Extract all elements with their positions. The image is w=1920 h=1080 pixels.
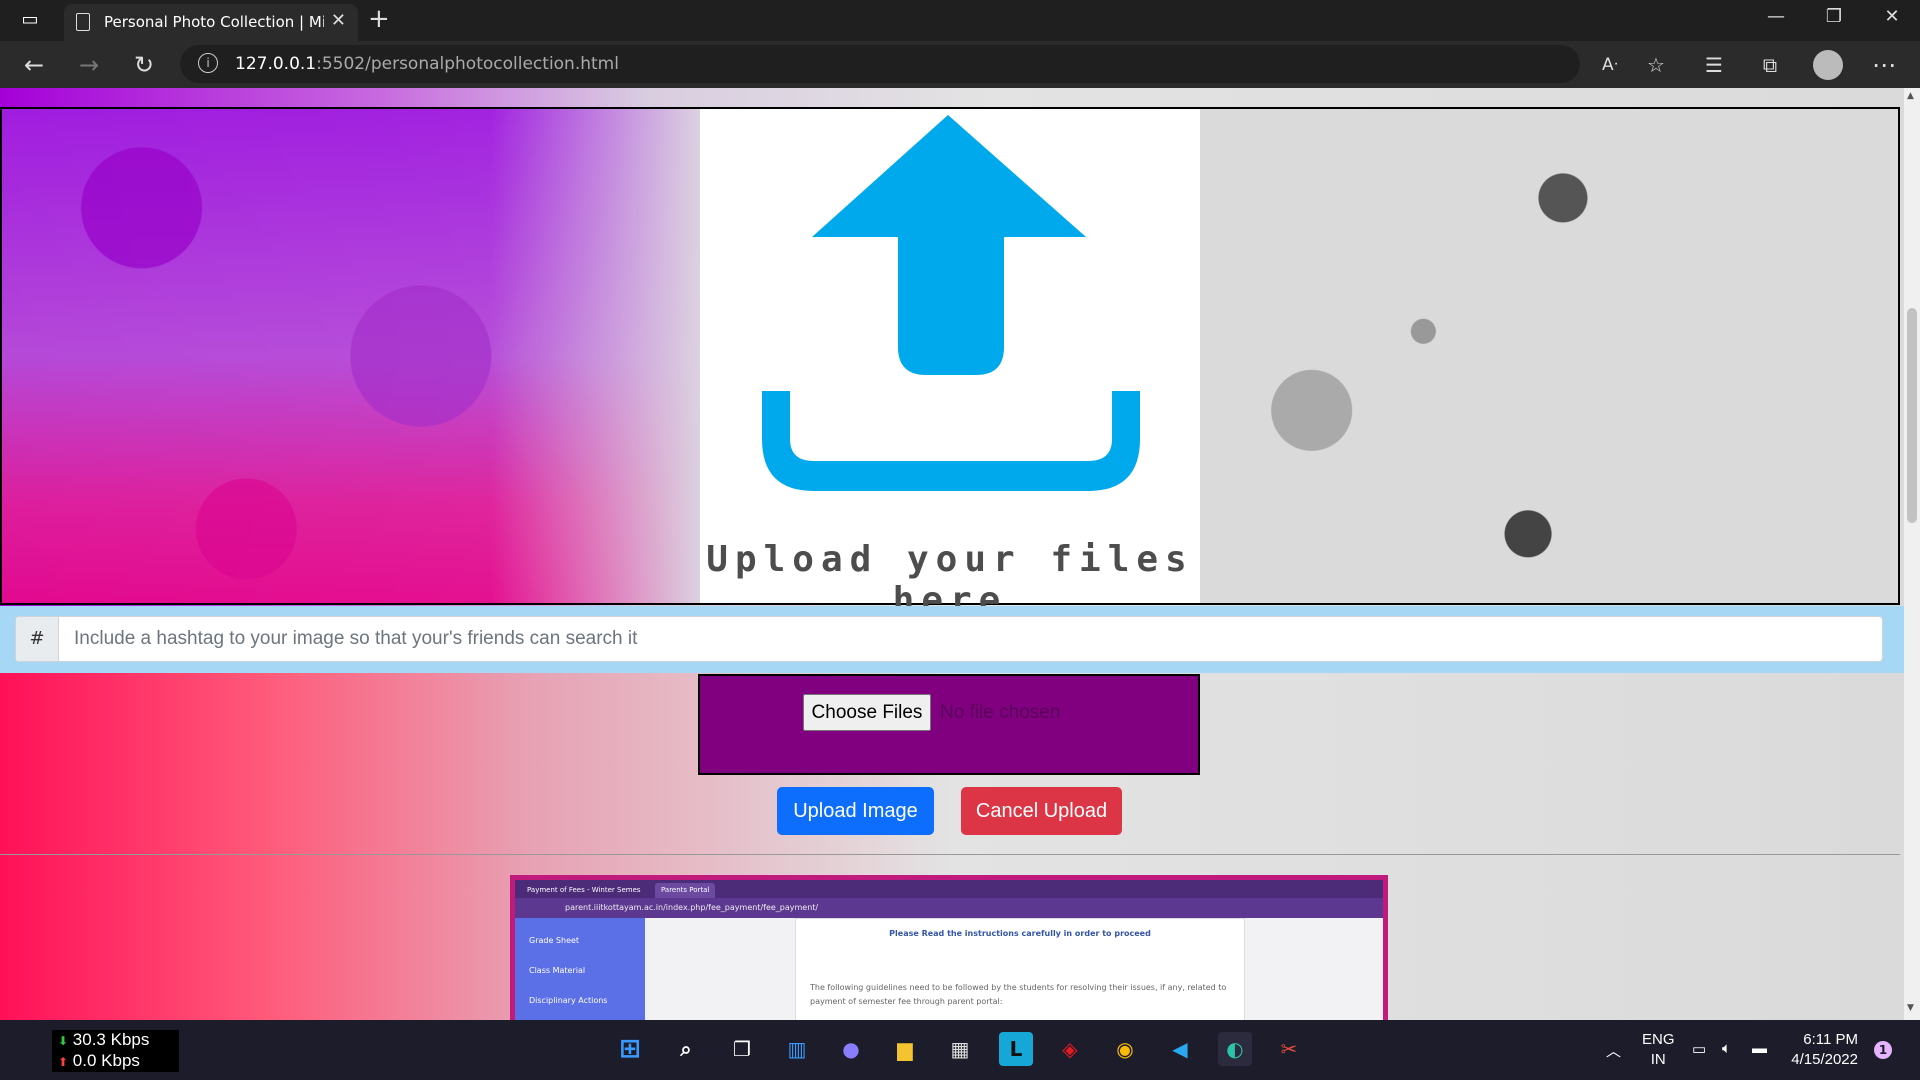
- volume-icon[interactable]: 🔈︎: [1722, 1040, 1731, 1057]
- start-icon[interactable]: ⊞: [613, 1032, 647, 1066]
- read-aloud-icon[interactable]: Aᐧ: [1594, 49, 1626, 81]
- preview-url: parent.iiitkottayam.ac.in/index.php/fee_…: [565, 903, 819, 912]
- upload-image-button[interactable]: Upload Image: [777, 787, 934, 835]
- battery-icon[interactable]: ▬: [1752, 1040, 1767, 1057]
- snipping-tool-icon[interactable]: ✂: [1272, 1032, 1306, 1066]
- restore-button[interactable]: ❐: [1814, 6, 1854, 27]
- banner-right-pattern: [1200, 109, 1898, 603]
- edge-icon[interactable]: ◐: [1218, 1032, 1252, 1066]
- page-content: Upload your files here # Choose Files No…: [0, 88, 1904, 1020]
- forward-icon[interactable]: →: [73, 49, 105, 81]
- preview-sidebar-item: Disciplinary Actions: [529, 996, 608, 1005]
- address-bar[interactable]: i 127.0.0.1:5502/personalphotocollection…: [180, 45, 1580, 83]
- preview-heading: Please Read the instructions carefully i…: [889, 929, 1151, 938]
- close-tab-icon[interactable]: ✕: [331, 10, 346, 31]
- close-window-button[interactable]: ✕: [1872, 6, 1912, 27]
- preview-paragraph: The following guidelines need to be foll…: [810, 983, 1227, 1006]
- hashtag-prefix: #: [16, 617, 59, 661]
- preview-sidebar-item: Class Material: [529, 966, 586, 975]
- upload-illustration: Upload your files here: [700, 109, 1200, 621]
- hashtag-row: #: [0, 606, 1904, 673]
- date: 4/15/2022: [1791, 1051, 1858, 1068]
- browser-nav-bar: ← → ↻ i 127.0.0.1:5502/personalphotocoll…: [0, 41, 1920, 88]
- file-explorer-icon[interactable]: ▆: [888, 1032, 922, 1066]
- mcafee-icon[interactable]: ◈: [1053, 1032, 1087, 1066]
- preview-url-bar: parent.iiitkottayam.ac.in/index.php/fee_…: [515, 898, 1383, 918]
- preview-card: Please Read the instructions carefully i…: [795, 918, 1245, 1020]
- chat-icon[interactable]: ●: [834, 1032, 868, 1066]
- time: 6:11 PM: [1803, 1031, 1858, 1048]
- file-status: No file chosen: [940, 702, 1061, 723]
- preview-tab: Payment of Fees - Winter Semes: [527, 886, 641, 894]
- show-hidden-icons[interactable]: ︿: [1606, 1040, 1621, 1061]
- file-input-box: Choose Files No file chosen: [698, 674, 1200, 775]
- hashtag-input-group: #: [15, 616, 1883, 662]
- favorites-icon[interactable]: ☰: [1698, 49, 1730, 81]
- network-icon[interactable]: ▭: [1692, 1040, 1706, 1058]
- preview-main: Please Read the instructions carefully i…: [645, 918, 1383, 1020]
- search-icon[interactable]: ⌕: [669, 1032, 703, 1066]
- preview-sidebar: Grade Sheet Class Material Disciplinary …: [515, 918, 645, 1020]
- page-scrollbar[interactable]: ▲ ▼: [1904, 88, 1920, 1020]
- clock[interactable]: 6:11 PM 4/15/2022: [1790, 1030, 1858, 1070]
- banner-left-pattern: [2, 109, 700, 603]
- uploaded-image-preview[interactable]: Payment of Fees - Winter Semes Parents P…: [510, 875, 1388, 1020]
- url-text: 127.0.0.1:5502/personalphotocollection.h…: [235, 54, 619, 74]
- refresh-icon[interactable]: ↻: [128, 49, 160, 81]
- browser-tab-bar: ▭ Personal Photo Collection | Mini ✕ + —…: [0, 0, 1920, 41]
- new-tab-button[interactable]: +: [368, 4, 390, 34]
- back-icon[interactable]: ←: [18, 49, 50, 81]
- widgets-icon[interactable]: ▥: [780, 1032, 814, 1066]
- network-speed-widget: ⬇ 30.3 Kbps ⬆ 0.0 Kbps: [52, 1030, 179, 1072]
- language-indicator[interactable]: ENG IN: [1642, 1030, 1675, 1070]
- preview-tab: Parents Portal: [655, 883, 716, 898]
- scroll-up-icon[interactable]: ▲: [1907, 91, 1914, 101]
- task-view-icon[interactable]: ❐: [725, 1032, 759, 1066]
- tab-title: Personal Photo Collection | Mini: [104, 13, 324, 31]
- preview-sidebar-item: Grade Sheet: [529, 936, 580, 945]
- chrome-icon[interactable]: ◉: [1108, 1032, 1142, 1066]
- add-favorite-icon[interactable]: ☆: [1640, 49, 1672, 81]
- collections-icon[interactable]: ⧉: [1754, 49, 1786, 81]
- tab-actions-icon[interactable]: ▭: [16, 8, 44, 32]
- vscode-icon[interactable]: ◀: [1163, 1032, 1197, 1066]
- upload-banner: Upload your files here: [0, 107, 1900, 621]
- notification-badge[interactable]: 1: [1874, 1041, 1892, 1059]
- download-speed: 30.3 Kbps: [72, 1030, 150, 1049]
- hashtag-input[interactable]: [60, 617, 1882, 661]
- windows-taskbar: ⬇ 30.3 Kbps ⬆ 0.0 Kbps ⊞ ⌕ ❐ ▥ ● ▆ ▦ L ◈…: [0, 1020, 1920, 1080]
- preview-tab-bar: Payment of Fees - Winter Semes Parents P…: [515, 880, 1383, 898]
- upload-arrow-icon: [762, 115, 1140, 491]
- scroll-down-icon[interactable]: ▼: [1907, 1003, 1914, 1013]
- choose-files-button[interactable]: Choose Files: [803, 694, 931, 731]
- page-icon: [76, 13, 90, 31]
- l-app-icon[interactable]: L: [999, 1032, 1033, 1066]
- scrollbar-thumb[interactable]: [1907, 308, 1917, 523]
- profile-avatar[interactable]: [1813, 50, 1843, 80]
- cancel-upload-button[interactable]: Cancel Upload: [961, 787, 1122, 835]
- store-icon[interactable]: ▦: [943, 1032, 977, 1066]
- more-icon[interactable]: ⋯: [1868, 49, 1900, 81]
- divider: [0, 854, 1900, 855]
- browser-tab[interactable]: Personal Photo Collection | Mini ✕: [64, 4, 358, 41]
- upload-speed: 0.0 Kbps: [72, 1051, 140, 1070]
- minimize-button[interactable]: —: [1756, 6, 1796, 27]
- site-info-icon[interactable]: i: [198, 53, 218, 73]
